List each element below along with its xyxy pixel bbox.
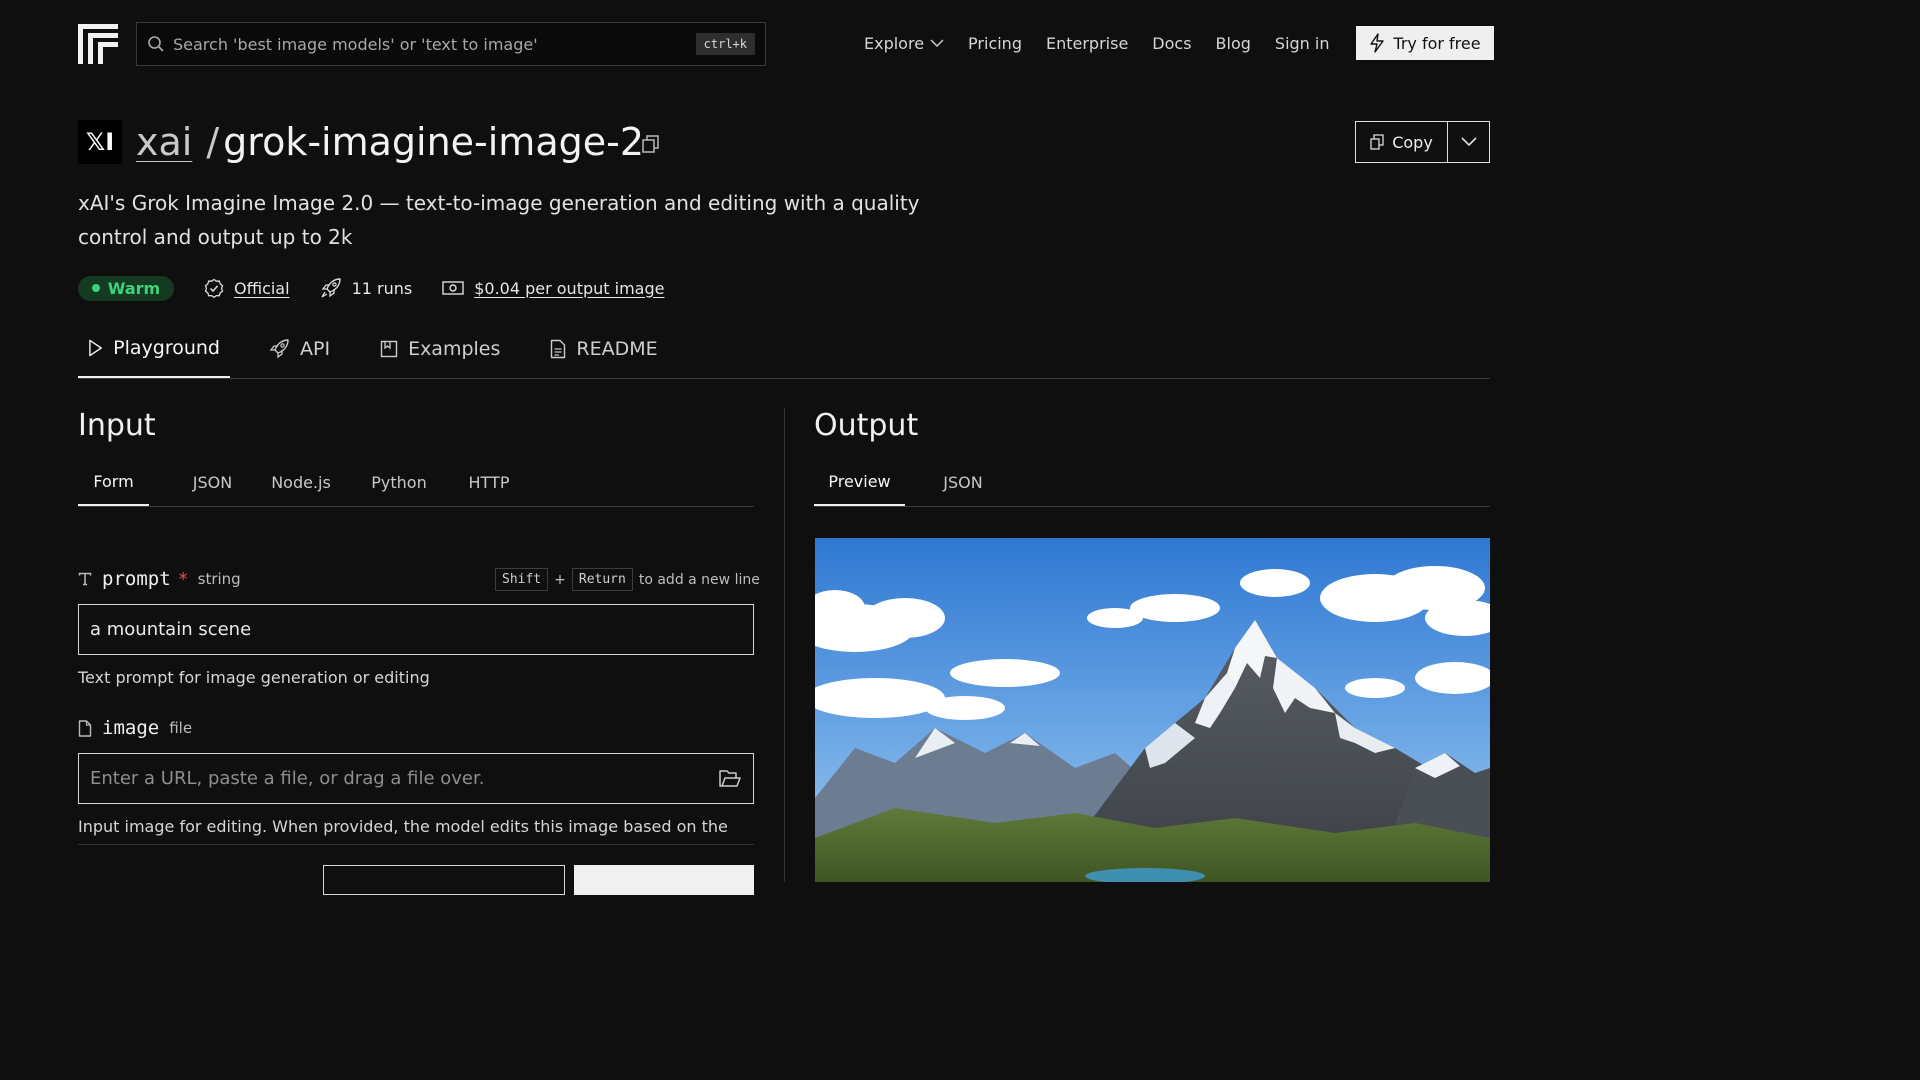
rocket-icon [269, 339, 289, 359]
status-badge: Warm [78, 275, 174, 301]
document-icon [551, 339, 566, 359]
model-title: xai / grok-imagine-image-2 [136, 118, 644, 166]
status-dot [91, 284, 100, 292]
copy-model-name-icon[interactable] [642, 134, 660, 154]
panel-divider [784, 408, 785, 882]
copy-button[interactable]: Copy [1356, 122, 1448, 162]
tab-api[interactable]: API [258, 320, 340, 378]
text-type-icon [78, 572, 92, 586]
image-field-label: image file [78, 714, 192, 742]
try-for-free-button[interactable]: Try for free [1356, 26, 1494, 60]
output-image[interactable] [815, 538, 1490, 882]
image-field-name: image [102, 717, 160, 739]
search-icon [148, 36, 164, 52]
official-link[interactable]: Official [234, 279, 290, 298]
hint-text: to add a new line [638, 571, 760, 588]
input-tab-http[interactable]: HTTP [457, 459, 521, 506]
tab-api-label: API [300, 338, 331, 360]
input-tab-nodejs[interactable]: Node.js [261, 459, 341, 506]
top-bar: Search 'best image models' or 'text to i… [0, 0, 1568, 88]
chevron-down-icon [930, 39, 944, 48]
input-tab-python[interactable]: Python [360, 459, 438, 506]
runs-label: 11 runs [351, 278, 413, 298]
run-button[interactable] [574, 865, 754, 895]
hint-plus: + [554, 571, 566, 588]
output-panel-title: Output [814, 408, 919, 443]
play-icon [89, 339, 102, 357]
status-label: Warm [107, 278, 161, 298]
input-tab-form[interactable]: Form [78, 459, 149, 506]
bookmark-icon [380, 340, 398, 358]
output-tab-preview[interactable]: Preview [814, 459, 905, 506]
tab-examples-label: Examples [408, 338, 501, 360]
nav-explore[interactable]: Explore [864, 34, 944, 53]
prompt-field-type: string [197, 570, 241, 588]
prompt-field-name: prompt [102, 568, 171, 590]
top-nav: Explore Pricing Enterprise Docs Blog Sig… [864, 26, 1330, 60]
tab-playground-label: Playground [113, 337, 220, 359]
verified-icon [204, 278, 224, 298]
nav-explore-label: Explore [864, 33, 925, 53]
prompt-input[interactable] [78, 604, 754, 655]
folder-open-icon[interactable] [718, 769, 742, 789]
model-owner-link[interactable]: xai [136, 120, 192, 164]
nav-blog[interactable]: Blog [1216, 34, 1251, 53]
search-shortcut-badge: ctrl+k [695, 33, 755, 55]
prompt-field-label: prompt * string [78, 565, 241, 593]
tab-playground[interactable]: Playground [78, 320, 230, 378]
input-scroll-divider [78, 844, 754, 845]
model-meta-row: Warm Official 11 runs $0.04 per output i… [78, 275, 664, 301]
nav-pricing[interactable]: Pricing [968, 34, 1022, 53]
search-bar[interactable]: Search 'best image models' or 'text to i… [136, 22, 766, 66]
nav-docs[interactable]: Docs [1152, 34, 1191, 53]
owner-avatar[interactable]: 𝕏I [78, 120, 122, 164]
pricing-link[interactable]: $0.04 per output image [474, 279, 664, 298]
lightning-icon [1370, 33, 1385, 53]
chevron-down-icon [1460, 137, 1477, 147]
model-description: xAI's Grok Imagine Image 2.0 — text-to-i… [78, 191, 920, 249]
required-marker: * [178, 568, 188, 590]
image-help-text: Input image for editing. When provided, … [78, 817, 728, 836]
tab-readme[interactable]: README [540, 320, 667, 378]
try-for-free-label: Try for free [1393, 33, 1481, 53]
reset-button[interactable] [323, 865, 565, 895]
model-tabs: Playground API Examples README [78, 320, 1490, 379]
shift-key: Shift [495, 568, 549, 591]
copy-options-dropdown[interactable] [1448, 122, 1489, 162]
tab-readme-label: README [576, 338, 658, 360]
nav-sign-in[interactable]: Sign in [1275, 34, 1330, 53]
input-tab-json[interactable]: JSON [183, 459, 242, 506]
newline-hint: Shift + Return to add a new line [495, 567, 760, 592]
copy-icon [1370, 134, 1384, 150]
copy-button-group: Copy [1355, 121, 1490, 163]
image-url-input[interactable] [78, 753, 754, 804]
model-title-separator: / [206, 120, 220, 164]
money-icon [442, 281, 464, 295]
pricing-info: $0.04 per output image [442, 279, 664, 298]
model-name: grok-imagine-image-2 [223, 120, 644, 164]
replicate-logo-icon[interactable] [78, 24, 118, 64]
search-input[interactable]: Search 'best image models' or 'text to i… [173, 35, 696, 54]
tab-examples[interactable]: Examples [370, 320, 510, 378]
output-tab-json[interactable]: JSON [933, 459, 993, 506]
return-key: Return [571, 568, 633, 591]
mountain-landscape-image [815, 538, 1490, 882]
official-badge: Official [204, 278, 290, 298]
file-icon [78, 719, 92, 737]
rocket-icon [321, 278, 341, 298]
image-field-type: file [169, 719, 193, 737]
runs-count: 11 runs [320, 277, 413, 299]
copy-label: Copy [1392, 132, 1433, 152]
output-format-tabs: Preview JSON [814, 459, 1490, 507]
prompt-help-text: Text prompt for image generation or edit… [78, 668, 430, 687]
input-panel-title: Input [78, 408, 156, 443]
input-format-tabs: Form JSON Node.js Python HTTP [78, 459, 754, 507]
nav-enterprise[interactable]: Enterprise [1046, 34, 1128, 53]
